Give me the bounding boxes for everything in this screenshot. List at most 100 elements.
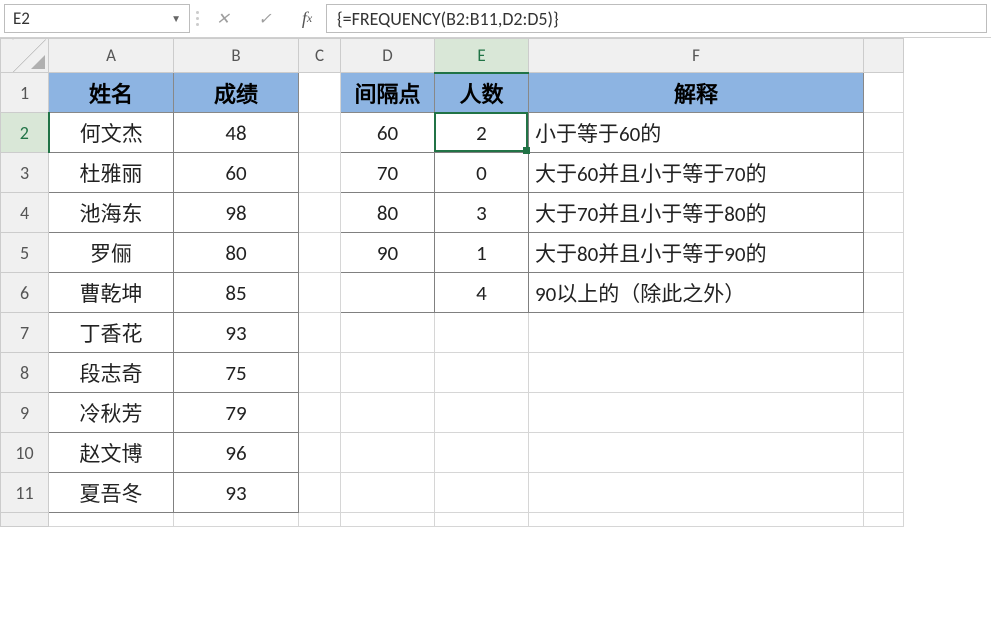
cell-E12[interactable] bbox=[435, 513, 529, 527]
cell-G1[interactable] bbox=[864, 73, 904, 113]
formula-input[interactable]: {=FREQUENCY(B2:B11,D2:D5)} bbox=[326, 4, 987, 33]
cell-C9[interactable] bbox=[299, 393, 341, 433]
cell-D7[interactable] bbox=[341, 313, 435, 353]
row-header-9[interactable]: 9 bbox=[1, 393, 49, 433]
row-header-1[interactable]: 1 bbox=[1, 73, 49, 113]
cell-G12[interactable] bbox=[864, 513, 904, 527]
cell-B9[interactable]: 79 bbox=[174, 393, 299, 433]
row-header-7[interactable]: 7 bbox=[1, 313, 49, 353]
cell-C1[interactable] bbox=[299, 73, 341, 113]
cell-F1[interactable]: 解释 bbox=[529, 73, 864, 113]
spreadsheet-grid[interactable]: A B C D E F 1 姓名 成绩 间隔点 人数 解释 2 何文杰 48 6… bbox=[0, 38, 904, 527]
cell-F10[interactable] bbox=[529, 433, 864, 473]
col-header-E[interactable]: E bbox=[435, 39, 529, 73]
cell-D10[interactable] bbox=[341, 433, 435, 473]
cell-A10[interactable]: 赵文博 bbox=[49, 433, 174, 473]
row-header-4[interactable]: 4 bbox=[1, 193, 49, 233]
cell-G7[interactable] bbox=[864, 313, 904, 353]
cell-E11[interactable] bbox=[435, 473, 529, 513]
cell-B2[interactable]: 48 bbox=[174, 113, 299, 153]
cell-G3[interactable] bbox=[864, 153, 904, 193]
cell-F2[interactable]: 小于等于60的 bbox=[529, 113, 864, 153]
col-header-A[interactable]: A bbox=[49, 39, 174, 73]
cell-D5[interactable]: 90 bbox=[341, 233, 435, 273]
cell-F7[interactable] bbox=[529, 313, 864, 353]
cell-E2[interactable]: 2 bbox=[435, 113, 529, 153]
cell-A3[interactable]: 杜雅丽 bbox=[49, 153, 174, 193]
enter-icon[interactable]: ✓ bbox=[252, 6, 278, 32]
cell-A8[interactable]: 段志奇 bbox=[49, 353, 174, 393]
cell-A7[interactable]: 丁香花 bbox=[49, 313, 174, 353]
col-header-D[interactable]: D bbox=[341, 39, 435, 73]
cell-C2[interactable] bbox=[299, 113, 341, 153]
cell-G2[interactable] bbox=[864, 113, 904, 153]
cell-E1[interactable]: 人数 bbox=[435, 73, 529, 113]
col-header-B[interactable]: B bbox=[174, 39, 299, 73]
cell-G5[interactable] bbox=[864, 233, 904, 273]
cell-D3[interactable]: 70 bbox=[341, 153, 435, 193]
cell-F3[interactable]: 大于60并且小于等于70的 bbox=[529, 153, 864, 193]
row-header-5[interactable]: 5 bbox=[1, 233, 49, 273]
cell-D11[interactable] bbox=[341, 473, 435, 513]
cell-E5[interactable]: 1 bbox=[435, 233, 529, 273]
row-header-3[interactable]: 3 bbox=[1, 153, 49, 193]
cell-E7[interactable] bbox=[435, 313, 529, 353]
cell-E4[interactable]: 3 bbox=[435, 193, 529, 233]
cell-C8[interactable] bbox=[299, 353, 341, 393]
cell-F11[interactable] bbox=[529, 473, 864, 513]
cell-E8[interactable] bbox=[435, 353, 529, 393]
cell-C7[interactable] bbox=[299, 313, 341, 353]
cell-E10[interactable] bbox=[435, 433, 529, 473]
cell-C4[interactable] bbox=[299, 193, 341, 233]
cell-G4[interactable] bbox=[864, 193, 904, 233]
row-header-8[interactable]: 8 bbox=[1, 353, 49, 393]
cell-B3[interactable]: 60 bbox=[174, 153, 299, 193]
cell-A6[interactable]: 曹乾坤 bbox=[49, 273, 174, 313]
cell-F12[interactable] bbox=[529, 513, 864, 527]
cell-D6[interactable] bbox=[341, 273, 435, 313]
row-header-11[interactable]: 11 bbox=[1, 473, 49, 513]
row-header-10[interactable]: 10 bbox=[1, 433, 49, 473]
cell-B1[interactable]: 成绩 bbox=[174, 73, 299, 113]
cell-C5[interactable] bbox=[299, 233, 341, 273]
row-header-2[interactable]: 2 bbox=[1, 113, 49, 153]
cell-D8[interactable] bbox=[341, 353, 435, 393]
cell-C12[interactable] bbox=[299, 513, 341, 527]
cell-A5[interactable]: 罗俪 bbox=[49, 233, 174, 273]
cell-E3[interactable]: 0 bbox=[435, 153, 529, 193]
cell-C3[interactable] bbox=[299, 153, 341, 193]
cell-F4[interactable]: 大于70并且小于等于80的 bbox=[529, 193, 864, 233]
cell-F5[interactable]: 大于80并且小于等于90的 bbox=[529, 233, 864, 273]
col-header-extra[interactable] bbox=[864, 39, 904, 73]
cell-D12[interactable] bbox=[341, 513, 435, 527]
cell-B8[interactable]: 75 bbox=[174, 353, 299, 393]
cell-B10[interactable]: 96 bbox=[174, 433, 299, 473]
name-box[interactable]: E2 ▼ bbox=[4, 4, 190, 33]
cell-A2[interactable]: 何文杰 bbox=[49, 113, 174, 153]
cell-A12[interactable] bbox=[49, 513, 174, 527]
fx-icon[interactable]: fx bbox=[294, 6, 320, 32]
row-header-6[interactable]: 6 bbox=[1, 273, 49, 313]
cell-B7[interactable]: 93 bbox=[174, 313, 299, 353]
cell-B6[interactable]: 85 bbox=[174, 273, 299, 313]
cell-F9[interactable] bbox=[529, 393, 864, 433]
cell-G11[interactable] bbox=[864, 473, 904, 513]
cell-A4[interactable]: 池海东 bbox=[49, 193, 174, 233]
cell-E9[interactable] bbox=[435, 393, 529, 433]
col-header-C[interactable]: C bbox=[299, 39, 341, 73]
cell-F8[interactable] bbox=[529, 353, 864, 393]
cell-C10[interactable] bbox=[299, 433, 341, 473]
cell-F6[interactable]: 90以上的（除此之外） bbox=[529, 273, 864, 313]
col-header-F[interactable]: F bbox=[529, 39, 864, 73]
cell-E6[interactable]: 4 bbox=[435, 273, 529, 313]
cell-C6[interactable] bbox=[299, 273, 341, 313]
row-header-12[interactable] bbox=[1, 513, 49, 527]
cell-A1[interactable]: 姓名 bbox=[49, 73, 174, 113]
cell-B11[interactable]: 93 bbox=[174, 473, 299, 513]
cell-G10[interactable] bbox=[864, 433, 904, 473]
formula-bar-drag-handle[interactable] bbox=[190, 0, 204, 37]
cell-D1[interactable]: 间隔点 bbox=[341, 73, 435, 113]
cancel-icon[interactable]: ✕ bbox=[210, 6, 236, 32]
cell-G9[interactable] bbox=[864, 393, 904, 433]
cell-B4[interactable]: 98 bbox=[174, 193, 299, 233]
